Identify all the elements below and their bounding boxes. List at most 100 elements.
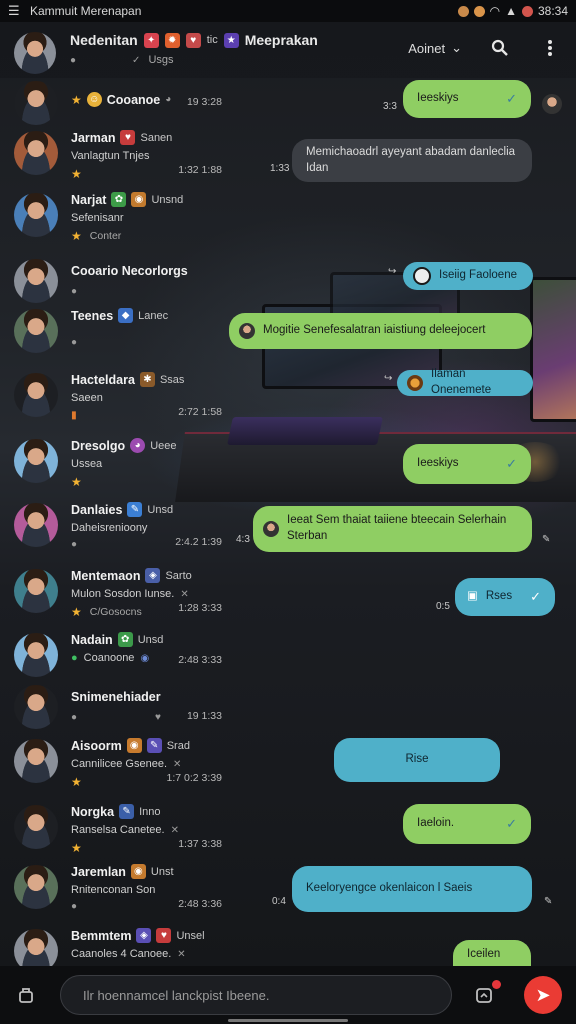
message-input[interactable]: Ilr hoennamcel lanckpist Ibeene. <box>60 975 452 1015</box>
message-bubble[interactable]: ▣ Rses ✓ <box>455 578 555 616</box>
chat-item[interactable]: Teenes ◆ Lanec ● <box>0 308 250 368</box>
emoji-icon <box>407 375 423 391</box>
message-bubble[interactable]: Rise <box>334 738 500 782</box>
chat-name: Snimenehiader <box>71 690 161 704</box>
home-indicator[interactable] <box>228 1019 348 1022</box>
avatar <box>14 865 58 909</box>
globe-icon: ◉ <box>140 652 150 664</box>
pen-icon: ✎ <box>146 738 162 753</box>
message-input-placeholder: Ilr hoennamcel lanckpist Ibeene. <box>83 987 270 1003</box>
star-icon: ★ <box>71 775 82 789</box>
heart-icon: ♥ <box>156 928 172 943</box>
header-title-right: Meeprakan <box>244 32 318 48</box>
message-bubble[interactable]: Iseiig Faoloene <box>403 262 533 290</box>
chat-name: Cooanoe <box>106 92 161 107</box>
clock: 38:34 <box>537 4 568 18</box>
pen-icon: ✎ <box>119 804 135 819</box>
chat-item[interactable]: Danlaies ✎ Unsd Daheisrenioony ● 2:4.2 1… <box>0 502 250 562</box>
chat-list: ★ ☺ Cooanoe ◕ 19 3:28 Jarman ♥ Sanen Van… <box>0 78 250 973</box>
avatar <box>14 131 58 175</box>
message-text: Iseiig Faoloene <box>439 269 517 282</box>
chat-preview: Vanlagtun Tnjes <box>71 150 150 162</box>
message-bubble[interactable]: Iaeloin. ✓ <box>403 804 531 844</box>
avatar <box>239 323 255 339</box>
forward-icon: ↪ <box>384 373 393 384</box>
photo-icon: ▣ <box>467 590 478 603</box>
chat-tag: Unst <box>150 865 174 878</box>
pin-icon: ▮ <box>71 409 77 421</box>
avatar <box>14 193 58 237</box>
sticker-icon <box>413 267 431 285</box>
message-bubble[interactable]: Memichaoadrl ayeyant abadam danleclia Id… <box>292 139 532 182</box>
chat-preview: Saeen <box>71 392 103 404</box>
leaf-icon: ● <box>71 652 78 664</box>
chat-item[interactable]: Hacteldara ✱ Ssas Saeen ▮ 2:72 1:58 <box>0 372 250 432</box>
chat-name: Norgka <box>71 804 115 819</box>
pen-icon: ✎ <box>127 502 143 517</box>
chat-preview: Caanoles 4 Canoee. <box>71 948 172 960</box>
chat-item[interactable]: Jarman ♥ Sanen Vanlagtun Tnjes ★ 1:32 1:… <box>0 130 250 190</box>
avatar <box>14 309 58 353</box>
chat-item[interactable]: Dresolgo ◕ Ueee Ussea ★ <box>0 438 250 498</box>
header-title: Nedenitan ✦ ✹ ♥ tic ★ Meeprakan <box>70 32 408 48</box>
chat-name: Jarman <box>71 130 116 145</box>
chat-item[interactable]: Nadain ✿ Unsd ● Coanoone ◉ 2:48 3:33 <box>0 632 250 692</box>
heart-icon: ♥ <box>120 130 136 145</box>
chat-item[interactable]: Jaremlan ◉ Unst Rnitenconan Son ● 2:48 3… <box>0 864 250 924</box>
chat-name: Cooario Necorlorgs <box>71 264 188 278</box>
status-dropdown[interactable]: Aoinet ⌄ <box>408 40 462 56</box>
message-text: Iaeloin. <box>417 817 455 830</box>
chat-item[interactable]: Narjat ✿ ◉ Unsnd Sefenisanr ★ Conter <box>0 192 250 252</box>
star-icon: ★ <box>71 92 82 107</box>
chat-time: 1:7 0:2 3:39 <box>166 772 222 784</box>
fire-icon: ✹ <box>164 32 180 48</box>
read-check-icon: ✓ <box>506 816 517 832</box>
avatar <box>14 685 58 729</box>
chat-item[interactable]: Aisoorm ◉ ✎ Srad Cannilicee Gsenee. ✕ ★ … <box>0 738 250 798</box>
message-bubble[interactable]: Keeloryengce okenlaicon l Saeis <box>292 866 532 912</box>
chat-item[interactable]: Snimenehiader ● ♥ 19 1:33 <box>0 684 250 744</box>
pin-icon: ● <box>71 337 78 348</box>
notification-badge <box>492 980 501 989</box>
message-bubble[interactable]: Ieeskiys ✓ <box>403 444 531 484</box>
avatar <box>542 94 562 114</box>
send-button[interactable]: ➤ <box>524 976 562 1014</box>
message-bubble[interactable]: Ieeskiys ✓ <box>403 80 531 118</box>
chat-preview: Mulon Sosdon Iunse. <box>71 588 175 600</box>
chat-time: 1:28 3:33 <box>178 602 222 614</box>
message-text: Ilaman Onenemete <box>431 368 492 396</box>
avatar <box>14 739 58 783</box>
pin-icon: ● <box>71 286 78 297</box>
message-bubble[interactable]: Ieeat Sem thaiat taiiene bteecain Selerh… <box>253 506 532 552</box>
chat-meta: Conter <box>89 230 122 242</box>
message-text: Mogitie Senefesalatran iaistiung deleejo… <box>263 324 486 337</box>
check-icon: ✓ <box>132 54 141 66</box>
status-bar-title: Kammuit Merenapan <box>30 4 142 18</box>
chat-time: 2:72 1:58 <box>178 406 222 418</box>
shield-icon: ◈ <box>145 568 161 583</box>
chat-time: 2:48 3:33 <box>178 654 222 666</box>
message-bubble[interactable]: Mogitie Senefesalatran iaistiung deleejo… <box>229 313 532 349</box>
chat-tag: Ssas <box>159 373 185 386</box>
chat-meta: C/Gosocns <box>89 606 142 618</box>
more-options-button[interactable] <box>538 36 562 60</box>
attach-button[interactable] <box>14 983 38 1007</box>
chat-tag: Srad <box>166 739 190 752</box>
hamburger-menu-icon[interactable]: ☰ <box>8 3 22 19</box>
avatar[interactable] <box>14 32 56 74</box>
sticker-icon: ◉ <box>131 192 147 207</box>
message-text: Keeloryengce okenlaicon l Saeis <box>306 882 473 895</box>
chat-time: 2:48 3:36 <box>178 898 222 910</box>
sticker-icon: ◉ <box>130 864 146 879</box>
pin-icon: ● <box>71 712 78 723</box>
sticker-button[interactable] <box>472 980 501 1007</box>
notification-icon-2 <box>473 5 485 17</box>
globe-icon: ✕ <box>180 588 189 600</box>
message-time: 0:5 <box>436 601 450 612</box>
forward-icon: ↪ <box>388 266 397 277</box>
message-bubble[interactable]: Ilaman Onenemete <box>397 368 533 396</box>
chat-item[interactable]: Norgka ✎ Inno Ranselsa Canetee. ✕ ★ 1:37… <box>0 804 250 864</box>
search-button[interactable] <box>488 36 512 60</box>
chat-item[interactable]: Mentemaon ◈ Sarto Mulon Sosdon Iunse. ✕ … <box>0 568 250 628</box>
chat-header: Nedenitan ✦ ✹ ♥ tic ★ Meeprakan ● ✓ Usgs… <box>0 22 576 78</box>
